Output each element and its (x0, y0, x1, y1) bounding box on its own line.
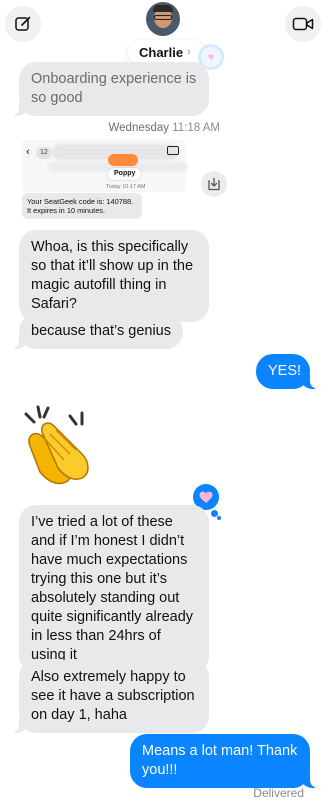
clapping-hands-emoji[interactable] (20, 404, 100, 486)
message-text: because that’s genius (31, 323, 172, 339)
timestamp: Wednesday 11:18 AM (100, 122, 220, 134)
video-icon (167, 146, 179, 155)
message-outgoing[interactable]: YES! (256, 354, 318, 389)
message-outgoing[interactable]: Means a lot man! Thank you!!! (130, 734, 318, 788)
screenshot-attachment[interactable]: ‹ 12 Poppy Today 10:17 AM (22, 140, 188, 192)
contact-name: Charlie (139, 44, 184, 60)
message-incoming[interactable]: I’ve tried a lot of these and if I’m hon… (19, 505, 209, 673)
attachment-time: Today 10:17 AM (106, 184, 146, 190)
message-incoming[interactable]: Also extremely happy to see it have a su… (11, 660, 209, 733)
unread-badge: 12 (36, 147, 52, 159)
attachment-contact: Poppy (108, 168, 142, 180)
attachment-code-message: Your SeatGeek code is: 140788. It expire… (22, 193, 142, 219)
compose-button[interactable] (5, 6, 41, 42)
avatar-glasses (154, 15, 172, 20)
message-text: Whoa, is this specifically so that it’ll… (31, 239, 194, 312)
message-text: YES! (268, 363, 302, 379)
message-text: Onboarding experience is so good (31, 71, 197, 106)
redacted-avatar (108, 154, 138, 166)
timestamp-time: 11:18 AM (172, 122, 220, 134)
message-incoming[interactable]: Whoa, is this specifically so that it’ll… (19, 230, 209, 322)
contact-avatar[interactable] (146, 2, 180, 36)
video-call-button[interactable] (285, 6, 321, 42)
avatar-hair (153, 5, 173, 12)
message-text: I’ve tried a lot of these and if I’m hon… (31, 514, 194, 663)
compose-icon (15, 16, 31, 31)
message-incoming[interactable]: because that’s genius (11, 314, 183, 349)
contact-name-button[interactable]: Charlie › (128, 40, 205, 64)
message-text: Means a lot man! Thank you!!! (142, 743, 298, 778)
save-download-icon (208, 177, 220, 191)
chevron-right-icon: › (187, 46, 191, 58)
heart-tapback-icon (199, 491, 213, 503)
delivery-status: Delivered (253, 786, 304, 800)
message-incoming[interactable]: Onboarding experience is so good (11, 62, 209, 116)
tapback-tail-dot (217, 516, 221, 520)
code-text: Your SeatGeek code is: 140788. It expire… (27, 197, 134, 215)
message-text: Also extremely happy to see it have a su… (31, 669, 195, 723)
video-call-icon (292, 17, 314, 31)
save-button[interactable] (201, 171, 227, 197)
clapping-hands-icon (24, 405, 89, 485)
back-chevron-icon: ‹ (26, 146, 30, 158)
timestamp-day: Wednesday (108, 122, 170, 134)
